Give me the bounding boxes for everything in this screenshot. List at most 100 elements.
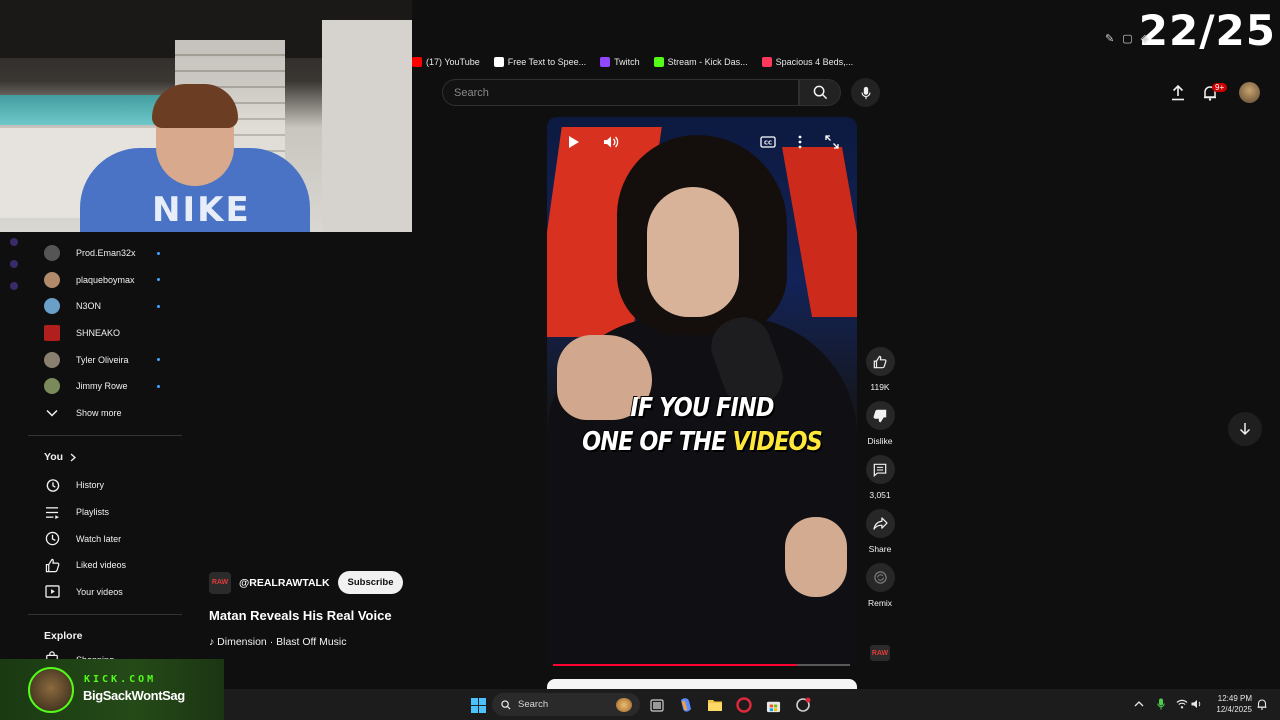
- video-progress-bar[interactable]: [553, 664, 850, 666]
- sidebar-you-heading[interactable]: You: [28, 446, 182, 468]
- sound-channel-avatar[interactable]: RAW: [870, 645, 890, 661]
- play-button[interactable]: [563, 131, 585, 153]
- app-button[interactable]: [793, 695, 813, 715]
- sidebar-item-plaqueboymax[interactable]: plaqueboymax: [28, 267, 182, 294]
- store-icon: [766, 701, 780, 712]
- search-input[interactable]: Search: [442, 79, 799, 106]
- channel-handle[interactable]: @REALRAWTALK: [239, 577, 330, 589]
- channel-avatar: [44, 271, 60, 288]
- more-options-button[interactable]: [789, 131, 811, 153]
- bookmark-youtube[interactable]: (17) YouTube: [412, 57, 480, 67]
- task-view-button[interactable]: [647, 695, 667, 715]
- streamer-name: BigSackWontSag: [83, 688, 185, 703]
- channel-avatar[interactable]: RAW: [209, 571, 231, 594]
- comments-action[interactable]: 3,051: [860, 455, 900, 500]
- watch-later-icon: [45, 531, 59, 546]
- video-title[interactable]: Matan Reveals His Real Voice: [209, 608, 392, 623]
- taskbar-clock[interactable]: 12:49 PM 12/4/2025: [1208, 693, 1252, 715]
- bookmark-twitch[interactable]: Twitch: [600, 57, 640, 67]
- airbnb-icon: [761, 57, 772, 67]
- bookmarks-bar: (17) YouTube Free Text to Spee... Twitch…: [412, 52, 853, 72]
- hoodie-logo: NIKE: [152, 190, 251, 230]
- volume-tray[interactable]: [1191, 698, 1203, 710]
- crop-icon[interactable]: ▢: [1122, 32, 1132, 45]
- folder-icon: [708, 700, 722, 711]
- dislike-action[interactable]: Dislike: [860, 401, 900, 446]
- remix-action[interactable]: Remix: [860, 563, 900, 608]
- sidebar-item-tyler-oliveira[interactable]: Tyler Oliveira: [28, 346, 182, 373]
- upload-button[interactable]: [1166, 81, 1190, 105]
- sidebar-item-shneako[interactable]: SHNEAKO: [28, 320, 182, 347]
- channel-avatar: [44, 378, 60, 395]
- opera-gx-button[interactable]: [734, 695, 754, 715]
- microphone-icon: [1157, 698, 1165, 710]
- microphone-tray[interactable]: [1155, 698, 1167, 710]
- streamer: NIKE: [80, 78, 310, 232]
- wifi-tray[interactable]: [1176, 698, 1188, 710]
- bookmark-text-to-speech[interactable]: Free Text to Spee...: [493, 57, 586, 67]
- file-explorer-button[interactable]: [705, 695, 725, 715]
- voice-search-button[interactable]: [851, 78, 880, 107]
- expand-icon: [825, 135, 839, 149]
- comment-icon: [873, 463, 887, 477]
- new-content-dot: [157, 304, 160, 308]
- youtube-icon: [412, 57, 422, 67]
- fullscreen-button[interactable]: [821, 131, 843, 153]
- pin-icon[interactable]: ✎: [1105, 32, 1114, 45]
- sidebar-item-history[interactable]: History: [28, 472, 182, 499]
- copilot-button[interactable]: [676, 695, 696, 715]
- share-action[interactable]: Share: [860, 509, 900, 554]
- search-icon: [501, 699, 511, 710]
- sidebar-divider: [28, 435, 182, 437]
- show-hidden-icons-button[interactable]: [1133, 698, 1145, 710]
- subscribe-button[interactable]: Subscribe: [337, 571, 404, 594]
- next-video-button[interactable]: [1228, 412, 1262, 446]
- opera-gx-icon: [736, 697, 752, 713]
- share-icon: [872, 517, 888, 530]
- like-count: 119K: [870, 382, 890, 392]
- search-button[interactable]: [799, 79, 841, 106]
- remix-icon: [873, 571, 887, 584]
- playlists-icon: [45, 506, 59, 519]
- shorts-actions: 119K Dislike 3,051 Share Remix: [860, 347, 900, 617]
- sidebar-item-liked-videos[interactable]: Liked videos: [28, 552, 182, 579]
- sidebar-item-n3on[interactable]: N3ON: [28, 293, 182, 320]
- kick-brand: KICK.COM: [84, 674, 157, 685]
- video-music[interactable]: ♪ Dimension · Blast Off Music: [209, 636, 347, 648]
- liked-videos-icon: [45, 558, 59, 572]
- start-button[interactable]: [468, 695, 488, 715]
- video-progress-fill: [553, 664, 797, 666]
- notification-center-button[interactable]: [1256, 698, 1268, 710]
- sidebar-divider: [28, 614, 182, 616]
- browser-extension-icons[interactable]: ✎ ▢ ◈: [1105, 32, 1149, 45]
- play-icon: [569, 136, 579, 148]
- captions-button[interactable]: CC: [757, 131, 779, 153]
- shield-icon[interactable]: ◈: [1141, 32, 1149, 45]
- more-vertical-icon: [798, 135, 802, 149]
- dislike-label: Dislike: [867, 436, 893, 446]
- volume-icon: [604, 136, 619, 148]
- microphone-icon: [860, 86, 871, 99]
- sidebar-item-jimmy-rowe[interactable]: Jimmy Rowe: [28, 373, 182, 400]
- kick-overlay: KICK.COM BigSackWontSag: [0, 659, 224, 720]
- like-action[interactable]: 119K: [860, 347, 900, 392]
- sidebar-explore-heading: Explore: [44, 630, 83, 643]
- bookmark-kick[interactable]: Stream - Kick Das...: [653, 57, 748, 67]
- shorts-video-player[interactable]: CC IF YOU FIND ONE OF THE VIDEOS: [547, 117, 857, 665]
- sidebar-item-playlists[interactable]: Playlists: [28, 499, 182, 526]
- stream-counter: 22/25: [1138, 6, 1276, 55]
- new-content-dot: [157, 384, 160, 388]
- sidebar-show-more[interactable]: Show more: [28, 400, 182, 427]
- taskbar-search[interactable]: Search: [492, 693, 640, 716]
- search-icon: [813, 85, 827, 100]
- captions-icon: CC: [760, 136, 776, 148]
- thumbs-down-icon: [873, 409, 887, 422]
- sidebar-item-prod-eman32x[interactable]: Prod.Eman32x: [28, 240, 182, 267]
- sidebar-item-your-videos[interactable]: Your videos: [28, 579, 182, 606]
- bookmark-airbnb[interactable]: Spacious 4 Beds,...: [761, 57, 853, 67]
- twitch-icon: [600, 57, 611, 67]
- volume-button[interactable]: [600, 131, 622, 153]
- sidebar-item-watch-later[interactable]: Watch later: [28, 525, 182, 552]
- account-avatar[interactable]: [1239, 82, 1260, 103]
- store-button[interactable]: [763, 695, 783, 715]
